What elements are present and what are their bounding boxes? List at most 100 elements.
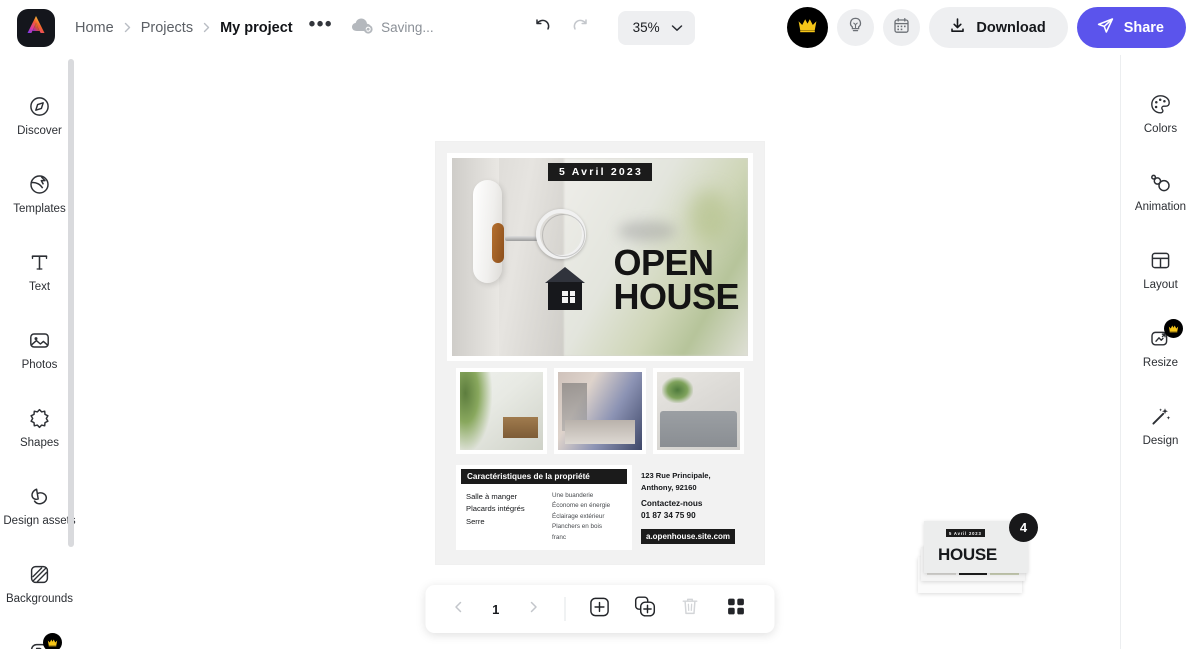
crown-icon [797,17,818,38]
top-actions: Download Share [787,7,1186,48]
canvas-area[interactable]: 5 Avril 2023 OPEN HOUSE Caractéristiques… [80,55,1120,649]
plus-circle-icon [589,596,611,623]
add-page-button[interactable] [577,592,622,626]
left-sidebar-scrollbar[interactable] [68,59,74,547]
right-sidebar: Colors Animation Layout Resize Design [1120,55,1200,649]
app-logo-button[interactable] [17,8,55,47]
resize-icon [1149,319,1183,350]
sidebar-item-label: Templates [13,203,66,215]
logos-icon [28,633,62,649]
page-stack-thumbnail[interactable]: 5 Avril 2023 HOUSE 4 [918,513,1038,597]
download-button[interactable]: Download [929,7,1068,48]
poster-contact-phone: 01 87 34 75 90 [641,510,696,520]
poster-contact[interactable]: 123 Rue Principale, Anthony, 92160 Conta… [641,465,744,550]
magic-wand-icon [1149,405,1172,428]
sidebar-item-design[interactable]: Design [1121,387,1200,465]
layout-icon [1149,249,1172,272]
poster-address-line-1: 123 Rue Principale, [641,471,711,480]
next-page-button[interactable] [516,592,550,626]
poster-photo-1[interactable] [456,368,548,454]
feature-item: Salle à manger [466,492,518,501]
sidebar-item-colors[interactable]: Colors [1121,75,1200,153]
feature-item: Planchers en bois [552,523,603,531]
history-and-zoom-controls: 35% [526,10,695,45]
editor-body: Discover Templates Text Photos Shapes De… [0,55,1200,649]
saving-label: Saving... [381,20,434,35]
chevron-right-icon [526,600,540,619]
current-page-number[interactable]: 1 [475,602,516,617]
calendar-icon [892,16,911,40]
canva-logo-icon [25,14,47,41]
poster-website-badge: a.openhouse.site.com [641,529,736,545]
chevron-down-icon [671,19,683,37]
chevron-left-icon [451,600,465,619]
redo-button[interactable] [564,11,598,45]
backgrounds-icon [28,563,51,586]
more-options-button[interactable]: ••• [309,15,333,40]
delete-page-button[interactable] [668,592,713,626]
feature-item: Serre [466,516,485,526]
share-button[interactable]: Share [1076,7,1186,48]
poster-contact-label: Contactez-nous [641,499,703,509]
page-stack-thumb-title: HOUSE [938,545,997,564]
poster-photo-3[interactable] [652,368,744,454]
download-icon [948,16,967,40]
poster-title: OPEN HOUSE [613,245,739,315]
sidebar-item-backgrounds[interactable]: Backgrounds [0,545,79,623]
poster-photo-2[interactable] [554,368,646,454]
page-navigation-toolbar: 1 [425,585,775,633]
photo-icon [28,329,51,352]
sidebar-item-label: Colors [1143,123,1178,135]
premium-crown-badge [1164,319,1183,338]
sidebar-item-label: Discover [17,125,62,137]
lightbulb-icon [846,16,865,40]
cloud-sync-icon [351,17,374,39]
poster-info-block: Caractéristiques de la propriété Salle à… [447,465,753,551]
left-sidebar: Discover Templates Text Photos Shapes De… [0,55,80,649]
premium-upgrade-button[interactable] [787,7,829,48]
poster-date-badge: 5 Avril 2023 [548,163,652,181]
house-keychain-icon [545,266,586,310]
share-label: Share [1123,19,1164,36]
sidebar-item-label: Layout [1143,279,1178,291]
feature-item: Éclairage extérieur [552,512,605,520]
previous-page-button[interactable] [442,592,476,626]
sidebar-item-label: Design assets [3,515,76,527]
trash-icon [680,596,701,622]
sidebar-item-logos[interactable]: Logos [0,623,79,649]
undo-button[interactable] [526,11,560,45]
sidebar-item-label: Backgrounds [5,593,74,605]
schedule-button[interactable] [883,9,921,46]
poster-features-title: Caractéristiques de la propriété [461,469,627,484]
palette-icon [1149,93,1172,116]
duplicate-icon [634,595,657,623]
compass-icon [28,95,51,118]
breadcrumb: Home Projects My project [75,20,293,36]
ideas-button[interactable] [837,9,875,46]
poster-hero-image[interactable]: 5 Avril 2023 OPEN HOUSE [447,153,753,361]
download-label: Download [976,19,1046,36]
poster-features[interactable]: Caractéristiques de la propriété Salle à… [456,465,632,551]
undo-icon [533,16,552,40]
premium-crown-badge [43,633,62,649]
design-assets-icon [28,485,51,508]
toolbar-divider [564,597,565,621]
sidebar-item-layout[interactable]: Layout [1121,231,1200,309]
poster-features-column-2: Une buanderie Économe en énergie Éclaira… [552,491,626,543]
poster-features-column-1: Salle à manger Placards intégrés Serre [466,491,544,543]
breadcrumb-projects[interactable]: Projects [141,20,193,36]
page-stack-thumb-date: 5 Avril 2023 [946,529,985,537]
breadcrumb-home[interactable]: Home [75,20,114,36]
breadcrumb-current-project[interactable]: My project [220,20,293,36]
zoom-level-select[interactable]: 35% [617,10,695,45]
sidebar-item-animation[interactable]: Animation [1121,153,1200,231]
top-toolbar: Home Projects My project ••• Saving... 3… [0,0,1200,55]
grid-view-button[interactable] [713,592,758,626]
sidebar-item-label: Shapes [19,437,59,449]
paper-plane-icon [1096,16,1115,40]
duplicate-page-button[interactable] [622,592,667,626]
design-poster[interactable]: 5 Avril 2023 OPEN HOUSE Caractéristiques… [436,142,764,564]
feature-item: Économe en énergie [552,502,611,510]
sidebar-item-resize[interactable]: Resize [1121,309,1200,387]
shapes-icon [28,407,51,430]
